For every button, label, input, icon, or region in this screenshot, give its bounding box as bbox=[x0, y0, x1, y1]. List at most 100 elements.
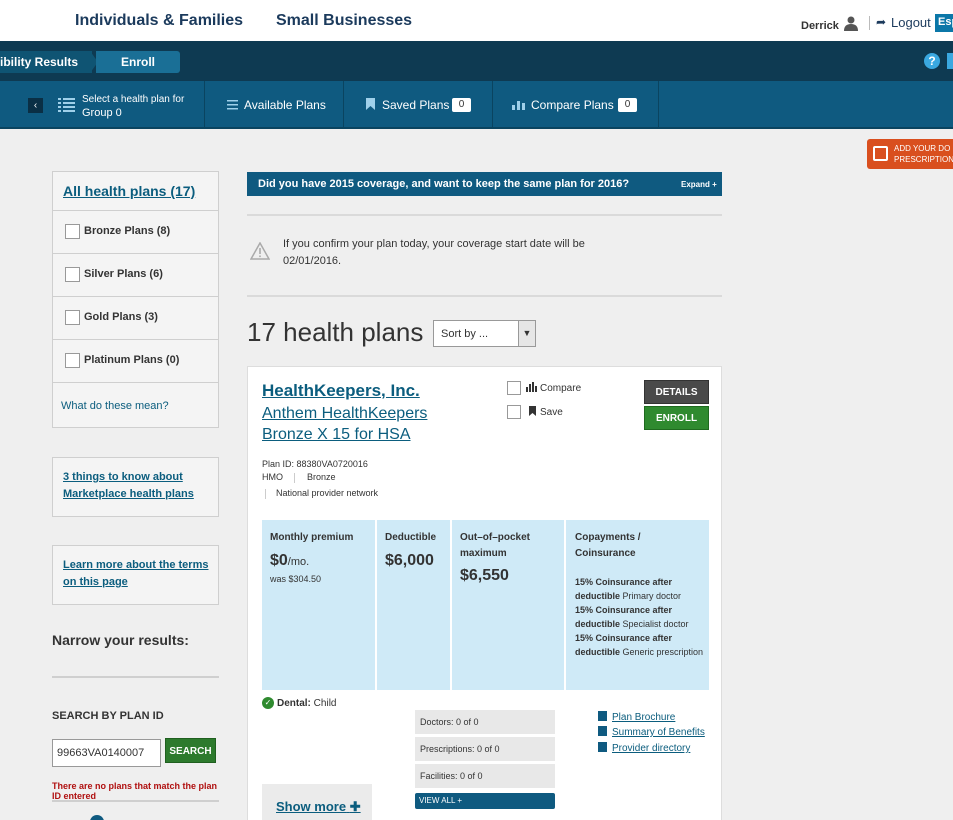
subnav-divider bbox=[343, 81, 344, 127]
rx-badge-line1: ADD YOUR DO bbox=[894, 144, 951, 153]
checkbox[interactable] bbox=[65, 267, 80, 282]
add-prescription-button[interactable]: ADD YOUR DO PRESCRIPTION bbox=[867, 139, 953, 169]
premium-label: Monthly premium bbox=[270, 532, 354, 543]
breadcrumb: ibility Results Enroll bbox=[0, 41, 953, 81]
premium-unit: /mo. bbox=[287, 556, 310, 568]
plan-brochure-link[interactable]: Plan Brochure bbox=[598, 711, 675, 723]
banner-question: Did you have 2015 coverage, and want to … bbox=[258, 178, 630, 190]
help-extra bbox=[947, 53, 953, 69]
show-more-link[interactable]: Show more ✚ bbox=[276, 799, 361, 815]
plan-card: HealthKeepers, Inc. Anthem HealthKeepers… bbox=[247, 366, 722, 820]
filter-label: Platinum Plans (0) bbox=[84, 354, 180, 366]
save-label: Save bbox=[540, 407, 563, 418]
plan-count-heading: 17 health plans bbox=[247, 317, 424, 347]
nav-small-businesses[interactable]: Small Businesses bbox=[276, 12, 412, 30]
breadcrumb-eligibility-results[interactable]: ibility Results bbox=[0, 51, 92, 73]
what-do-these-mean-link[interactable]: What do these mean? bbox=[61, 400, 169, 412]
group-label: Group 0 bbox=[82, 107, 122, 119]
view-all-button[interactable]: VIEW ALL + bbox=[415, 793, 555, 809]
breadcrumb-enroll[interactable]: Enroll bbox=[96, 51, 180, 73]
show-more-box: Show more ✚ bbox=[262, 784, 372, 820]
divider bbox=[247, 214, 722, 216]
terms-link[interactable]: Learn more about the terms on this page bbox=[63, 557, 213, 591]
compare-count-badge: 0 bbox=[618, 98, 637, 112]
premium-was: was $304.50 bbox=[270, 574, 322, 584]
copay-generic-prescription: 15% Coinsurance after deductible Generic… bbox=[575, 633, 704, 657]
sort-select[interactable]: Sort by ... ▼ bbox=[433, 320, 536, 347]
tab-available-plans[interactable]: Available Plans bbox=[244, 98, 326, 112]
plan-name-link[interactable]: Anthem HealthKeepers Bronze X 15 for HSA bbox=[262, 403, 482, 445]
search-button[interactable]: SEARCH bbox=[165, 738, 216, 763]
user-icon[interactable] bbox=[844, 16, 858, 31]
checkbox[interactable] bbox=[65, 310, 80, 325]
terms-box: Learn more about the terms on this page bbox=[52, 545, 219, 605]
plan-id-search-input[interactable] bbox=[52, 739, 161, 767]
copay-specialist-doctor: 15% Coinsurance after deductible Special… bbox=[575, 605, 689, 629]
things-to-know-link[interactable]: 3 things to know about Marketplace healt… bbox=[63, 469, 213, 503]
filter-label: Bronze Plans (8) bbox=[84, 225, 171, 237]
premium-column: Monthly premium $0/mo. was $304.50 bbox=[262, 520, 376, 690]
logout-icon[interactable]: ➦ bbox=[876, 15, 886, 29]
column-separator bbox=[564, 520, 566, 690]
banner-expand[interactable]: Expand + bbox=[681, 180, 717, 189]
checkbox[interactable] bbox=[65, 224, 80, 239]
chevron-down-icon: ▼ bbox=[518, 321, 535, 346]
select-plan-label: Select a health plan for bbox=[82, 94, 185, 105]
doctors-count: Doctors: 0 of 0 bbox=[415, 710, 555, 734]
logout-link[interactable]: Logout bbox=[891, 15, 931, 30]
prescriptions-count: Prescriptions: 0 of 0 bbox=[415, 737, 555, 761]
plan-metal-level: Bronze bbox=[307, 472, 336, 482]
back-button[interactable]: ‹ bbox=[28, 98, 43, 113]
saved-count-badge: 0 bbox=[452, 98, 471, 112]
checkbox[interactable] bbox=[65, 353, 80, 368]
meta-separator bbox=[265, 489, 266, 499]
compare-chart-icon bbox=[526, 382, 537, 392]
language-toggle[interactable]: Esp bbox=[935, 14, 953, 32]
compare-checkbox[interactable] bbox=[507, 381, 521, 395]
subnav-divider bbox=[492, 81, 493, 127]
plus-icon: ✚ bbox=[349, 799, 361, 814]
info-icon[interactable] bbox=[90, 815, 104, 820]
filter-item-silver[interactable]: Silver Plans (6) bbox=[53, 253, 218, 296]
save-checkbox[interactable] bbox=[507, 405, 521, 419]
oop-value: $6,550 bbox=[460, 567, 509, 584]
plan-type: HMO bbox=[262, 472, 283, 482]
copay-list: 15% Coinsurance after deductible Primary… bbox=[575, 575, 705, 659]
top-header: Individuals & Families Small Businesses … bbox=[0, 0, 953, 41]
deductible-column: Deductible $6,000 bbox=[377, 520, 450, 690]
bookmark-icon bbox=[366, 98, 375, 110]
compare-label: Compare bbox=[540, 383, 582, 394]
metal-level-filter: All health plans (17) Bronze Plans (8) S… bbox=[52, 171, 219, 428]
meta-separator bbox=[294, 473, 295, 483]
filter-all-plans[interactable]: All health plans (17) bbox=[63, 183, 195, 199]
list-icon bbox=[58, 98, 75, 112]
dental-coverage: Dental: Child bbox=[277, 698, 337, 709]
tab-compare-plans[interactable]: Compare Plans bbox=[531, 98, 614, 112]
filter-item-gold[interactable]: Gold Plans (3) bbox=[53, 296, 218, 339]
plan-issuer-link[interactable]: HealthKeepers, Inc. bbox=[262, 381, 420, 401]
divider bbox=[52, 676, 219, 678]
deductible-value: $6,000 bbox=[385, 552, 434, 569]
copay-primary-doctor: 15% Coinsurance after deductible Primary… bbox=[575, 577, 682, 601]
enroll-button[interactable]: ENROLL bbox=[644, 406, 709, 430]
rx-badge-line2: PRESCRIPTION bbox=[894, 155, 953, 164]
copay-label: Copayments / Coinsurance bbox=[575, 532, 641, 559]
filter-item-platinum[interactable]: Platinum Plans (0) bbox=[53, 339, 218, 382]
subnav-divider bbox=[658, 81, 659, 127]
document-icon bbox=[598, 742, 607, 752]
summary-of-benefits-link[interactable]: Summary of Benefits bbox=[598, 726, 705, 738]
coverage-banner[interactable]: Did you have 2015 coverage, and want to … bbox=[247, 172, 722, 196]
details-button[interactable]: DETAILS bbox=[644, 380, 709, 404]
premium-amount: $0 bbox=[270, 552, 288, 569]
compare-chart-icon bbox=[512, 101, 525, 110]
help-icon[interactable]: ? bbox=[924, 53, 940, 69]
tab-saved-plans[interactable]: Saved Plans bbox=[382, 98, 449, 112]
nav-individuals-families[interactable]: Individuals & Families bbox=[75, 12, 243, 30]
things-to-know-box: 3 things to know about Marketplace healt… bbox=[52, 457, 219, 517]
filter-item-bronze[interactable]: Bronze Plans (8) bbox=[53, 210, 218, 253]
plan-id: Plan ID: 88380VA0720016 bbox=[262, 459, 368, 469]
plan-subnav: ‹ Select a health plan for Group 0 Avail… bbox=[0, 81, 953, 129]
coverage-start-notice: If you confirm your plan today, your cov… bbox=[283, 238, 585, 267]
provider-directory-link[interactable]: Provider directory bbox=[598, 742, 690, 754]
deductible-label: Deductible bbox=[385, 532, 437, 543]
